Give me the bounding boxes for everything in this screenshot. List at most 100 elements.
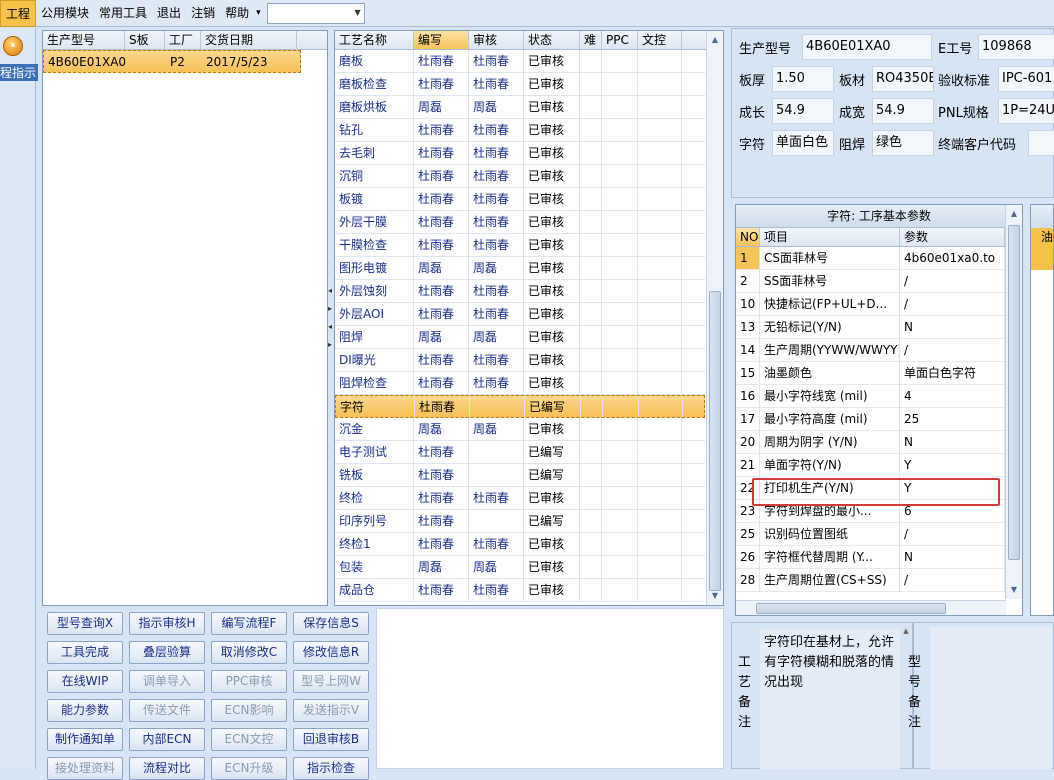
mask-field[interactable]: 绿色	[872, 130, 934, 156]
menu-item-0[interactable]: 工程	[0, 0, 37, 27]
params-col-header[interactable]: 参数	[900, 228, 1005, 246]
action-button[interactable]: 回退审核B	[293, 728, 369, 751]
process-row[interactable]: 铣板 杜雨春 已编写	[335, 464, 705, 487]
process-row[interactable]: 干膜检查 杜雨春 杜雨春 已审核	[335, 234, 705, 257]
menu-item-2[interactable]: 常用工具	[94, 0, 152, 27]
menu-item-5[interactable]: 帮助	[220, 0, 254, 27]
action-button[interactable]: 取消修改C	[211, 641, 287, 664]
process-row[interactable]: 终检1 杜雨春 杜雨春 已审核	[335, 533, 705, 556]
scroll-up-icon[interactable]: ▲	[1007, 207, 1021, 221]
param-row[interactable]: 14 生产周期(YYWW/WWYY) /	[736, 339, 1022, 362]
length-field[interactable]: 54.9	[772, 98, 834, 124]
params-col-header[interactable]: 项目	[760, 228, 900, 246]
action-button[interactable]: 内部ECN	[129, 728, 205, 751]
param-row[interactable]: 21 单面字符(Y/N) Y	[736, 454, 1022, 477]
splitter-handle[interactable]: ◂ ▸ ◂ ▸	[328, 282, 333, 352]
scroll-down-icon[interactable]: ▼	[1007, 583, 1021, 597]
process-col-header[interactable]: 审核	[469, 31, 524, 49]
process-row[interactable]: 包装 周磊 周磊 已审核	[335, 556, 705, 579]
process-instruction-button[interactable]: ⏸ 程指示	[0, 34, 39, 82]
order-col-header[interactable]: S板	[125, 31, 165, 49]
param-row[interactable]: 13 无铅标记(Y/N) N	[736, 316, 1022, 339]
menu-item-4[interactable]: 注销	[186, 0, 220, 27]
scroll-thumb[interactable]	[1008, 225, 1020, 560]
pnl-field[interactable]: 1P=24U	[998, 98, 1054, 124]
scroll-down-icon[interactable]: ▼	[708, 589, 722, 603]
order-cell: 4B60E01XA0	[48, 55, 126, 69]
prod-model-field[interactable]: 4B60E01XA0	[802, 34, 932, 60]
action-button[interactable]: 能力参数	[47, 699, 123, 722]
action-button[interactable]: 制作通知单	[47, 728, 123, 751]
param-row[interactable]: 2 SS面菲林号 /	[736, 270, 1022, 293]
action-button[interactable]: 在线WIP	[47, 670, 123, 693]
param-row[interactable]: 28 生产周期位置(CS+SS) /	[736, 569, 1022, 592]
menu-overflow-arrow-icon[interactable]: ▾	[256, 8, 261, 18]
scroll-thumb[interactable]	[709, 291, 721, 591]
action-button[interactable]: 保存信息S	[293, 612, 369, 635]
action-button[interactable]: 修改信息R	[293, 641, 369, 664]
process-row[interactable]: 磨板 杜雨春 杜雨春 已审核	[335, 50, 705, 73]
scroll-up-icon[interactable]: ▲	[708, 33, 722, 47]
process-notes-text[interactable]: 字符印在基材上，允许有字符模糊和脱落的情况出现	[760, 629, 900, 769]
params-col-header[interactable]: NO	[736, 228, 760, 246]
process-cell: 已编写	[524, 510, 580, 532]
process-row[interactable]: 终检 杜雨春 杜雨春 已审核	[335, 487, 705, 510]
order-col-header[interactable]: 交货日期	[201, 31, 297, 49]
process-list-scrollbar[interactable]: ▲ ▼	[706, 31, 723, 605]
process-col-header[interactable]: 工艺名称	[335, 31, 414, 49]
param-row[interactable]: 17 最小字符高度 (mil) 25	[736, 408, 1022, 431]
char-field[interactable]: 单面白色	[772, 130, 834, 156]
param-row[interactable]: 1 CS面菲林号 4b60e01xa0.to	[736, 247, 1022, 270]
process-col-header[interactable]: PPC	[602, 31, 638, 49]
order-col-header[interactable]: 工厂	[165, 31, 201, 49]
process-row[interactable]: 磨板烘板 周磊 周磊 已审核	[335, 96, 705, 119]
process-row[interactable]: 字符 杜雨春 已编写	[335, 395, 705, 418]
process-col-header[interactable]: 编写	[414, 31, 469, 49]
customer-code-field[interactable]	[1028, 130, 1054, 156]
process-row[interactable]: 阻焊 周磊 周磊 已审核	[335, 326, 705, 349]
menu-item-3[interactable]: 退出	[152, 0, 186, 27]
param-row[interactable]: 10 快捷标记(FP+UL+D... /	[736, 293, 1022, 316]
toolbar-combobox[interactable]: ▼	[266, 2, 365, 24]
width-field[interactable]: 54.9	[872, 98, 934, 124]
param-row[interactable]: 15 油墨颜色 单面白色字符	[736, 362, 1022, 385]
process-row[interactable]: 成品仓 杜雨春 杜雨春 已审核	[335, 579, 705, 602]
model-notes-text[interactable]	[930, 627, 1052, 769]
param-row[interactable]: 25 识别码位置图纸 /	[736, 523, 1022, 546]
thickness-field[interactable]: 1.50	[772, 66, 834, 92]
action-button[interactable]: 叠层验算	[129, 641, 205, 664]
material-field[interactable]: RO4350B	[872, 66, 934, 92]
process-row[interactable]: 外层AOI 杜雨春 杜雨春 已审核	[335, 303, 705, 326]
menu-item-1[interactable]: 公用模块	[36, 0, 94, 27]
process-row[interactable]: 去毛刺 杜雨春 杜雨春 已审核	[335, 142, 705, 165]
process-row[interactable]: 钻孔 杜雨春 杜雨春 已审核	[335, 119, 705, 142]
params-hscrollbar[interactable]	[736, 600, 1006, 615]
process-col-header[interactable]: 难	[580, 31, 602, 49]
action-button[interactable]: 型号查询X	[47, 612, 123, 635]
process-row[interactable]: 外层蚀刻 杜雨春 杜雨春 已审核	[335, 280, 705, 303]
standard-field[interactable]: IPC-601	[998, 66, 1054, 92]
hscroll-thumb[interactable]	[756, 603, 946, 614]
param-row[interactable]: 26 字符框代替周期 (Y... N	[736, 546, 1022, 569]
order-row[interactable]: 4B60E01XA0 P2 2017/5/23	[43, 50, 301, 73]
process-row[interactable]: 阻焊检查 杜雨春 杜雨春 已审核	[335, 372, 705, 395]
process-row[interactable]: 沉金 周磊 周磊 已审核	[335, 418, 705, 441]
process-row[interactable]: 板镀 杜雨春 杜雨春 已审核	[335, 188, 705, 211]
action-button[interactable]: 指示审核H	[129, 612, 205, 635]
action-button[interactable]: 编写流程F	[211, 612, 287, 635]
params-scrollbar[interactable]: ▲ ▼	[1005, 205, 1022, 599]
process-row[interactable]: 电子测试 杜雨春 已编写	[335, 441, 705, 464]
process-col-header[interactable]: 状态	[524, 31, 580, 49]
process-row[interactable]: 磨板检查 杜雨春 杜雨春 已审核	[335, 73, 705, 96]
action-button[interactable]: 工具完成	[47, 641, 123, 664]
process-row[interactable]: 图形电镀 周磊 周磊 已审核	[335, 257, 705, 280]
param-row[interactable]: 16 最小字符线宽 (mil) 4	[736, 385, 1022, 408]
process-row[interactable]: 印序列号 杜雨春 已编写	[335, 510, 705, 533]
process-row[interactable]: DI曝光 杜雨春 杜雨春 已审核	[335, 349, 705, 372]
e-no-field[interactable]: 109868	[978, 34, 1054, 60]
param-row[interactable]: 20 周期为阴字 (Y/N) N	[736, 431, 1022, 454]
process-row[interactable]: 沉铜 杜雨春 杜雨春 已审核	[335, 165, 705, 188]
process-col-header[interactable]: 文控	[638, 31, 682, 49]
process-row[interactable]: 外层干膜 杜雨春 杜雨春 已审核	[335, 211, 705, 234]
order-col-header[interactable]: 生产型号	[43, 31, 125, 49]
